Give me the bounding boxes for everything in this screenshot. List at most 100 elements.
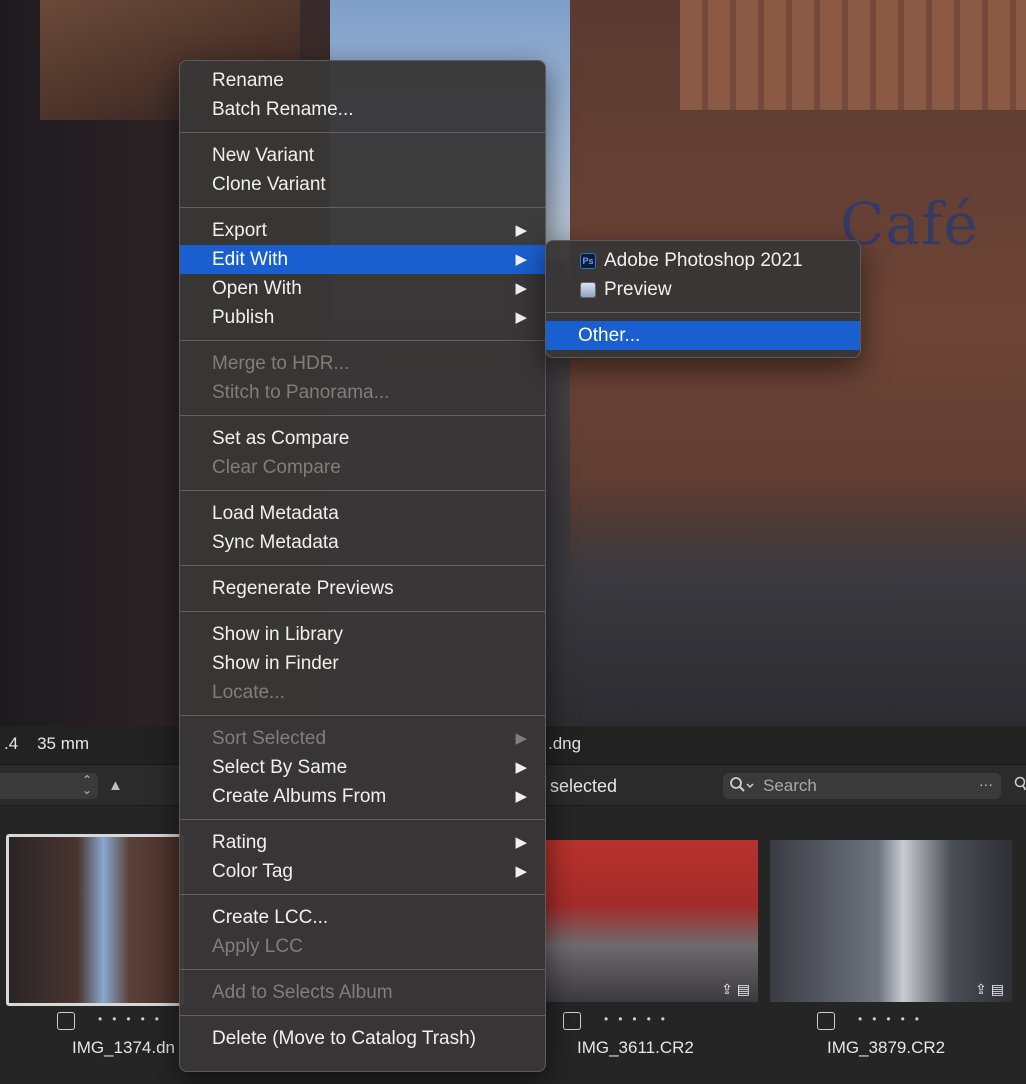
menu-item-label: Adobe Photoshop 2021 xyxy=(604,250,803,271)
menu-item-export[interactable]: Export ▶ xyxy=(180,216,545,245)
menu-item-label: Clear Compare xyxy=(212,457,341,478)
menu-separator xyxy=(180,894,545,895)
menu-item-stitch-to-panorama: Stitch to Panorama... xyxy=(180,378,545,407)
thumbnail-selected[interactable] xyxy=(6,834,184,1006)
menu-separator xyxy=(546,312,860,313)
menu-item-set-as-compare[interactable]: Set as Compare xyxy=(180,424,545,453)
menu-item-label: Rename xyxy=(212,70,284,91)
select-checkbox[interactable] xyxy=(57,1012,75,1030)
menu-item-label: Create Albums From xyxy=(212,786,387,807)
context-menu: Rename Batch Rename... New Variant Clone Va… xyxy=(179,60,546,1072)
menu-item-label: Stitch to Panorama... xyxy=(212,382,390,403)
menu-separator xyxy=(180,715,545,716)
menu-item-label: Apply LCC xyxy=(212,936,303,957)
menu-item-select-by-same[interactable]: Select By Same ▶ xyxy=(180,753,545,782)
submenu-arrow-icon: ▶ xyxy=(515,280,527,297)
submenu-arrow-icon: ▶ xyxy=(515,759,527,776)
menu-separator xyxy=(180,819,545,820)
edit-with-submenu: Ps Adobe Photoshop 2021 Preview Other... xyxy=(545,240,861,358)
menu-separator xyxy=(180,132,545,133)
menu-item-label: Export xyxy=(212,220,267,241)
upload-icon: ⇪ ▤ xyxy=(721,981,750,997)
menu-item-publish[interactable]: Publish ▶ xyxy=(180,303,545,332)
submenu-arrow-icon: ▶ xyxy=(515,222,527,239)
submenu-arrow-icon: ▶ xyxy=(515,730,527,747)
upload-icon: ⇪ ▤ xyxy=(975,981,1004,997)
submenu-arrow-icon: ▶ xyxy=(515,309,527,326)
menu-separator xyxy=(180,490,545,491)
sort-direction-button[interactable]: ▲ xyxy=(108,777,123,794)
menu-item-other[interactable]: Other... xyxy=(546,321,860,350)
photo-right-roof xyxy=(680,0,1026,110)
menu-item-label: Create LCC... xyxy=(212,907,329,928)
menu-item-rating[interactable]: Rating ▶ xyxy=(180,828,545,857)
menu-item-open-with[interactable]: Open With ▶ xyxy=(180,274,545,303)
menu-item-label: Regenerate Previews xyxy=(212,578,394,599)
menu-item-label: New Variant xyxy=(212,145,315,166)
menu-item-delete-move-to-catalog-trash[interactable]: Delete (Move to Catalog Trash) xyxy=(180,1024,545,1053)
rating-dots[interactable]: ••••• xyxy=(604,1012,675,1026)
menu-item-label: Clone Variant xyxy=(212,174,326,195)
menu-separator xyxy=(180,207,545,208)
search-icon[interactable] xyxy=(729,776,755,798)
menu-item-merge-to-hdr: Merge to HDR... xyxy=(180,349,545,378)
submenu-arrow-icon: ▶ xyxy=(515,834,527,851)
menu-item-edit-with[interactable]: Edit With ▶ xyxy=(180,245,545,274)
menu-item-label: Publish xyxy=(212,307,275,328)
menu-item-adobe-photoshop[interactable]: Ps Adobe Photoshop 2021 xyxy=(546,246,860,275)
menu-item-label: Set as Compare xyxy=(212,428,350,449)
submenu-arrow-icon: ▶ xyxy=(515,863,527,880)
menu-separator xyxy=(180,415,545,416)
menu-item-color-tag[interactable]: Color Tag ▶ xyxy=(180,857,545,886)
selection-count-label: selected xyxy=(550,776,618,796)
menu-item-label: Sync Metadata xyxy=(212,532,339,553)
menu-item-clone-variant[interactable]: Clone Variant xyxy=(180,170,545,199)
search-field[interactable]: ··· xyxy=(723,773,1001,799)
menu-item-new-variant[interactable]: New Variant xyxy=(180,141,545,170)
preview-icon xyxy=(580,282,596,298)
menu-separator xyxy=(180,611,545,612)
menu-item-locate: Locate... xyxy=(180,678,545,707)
menu-item-label: Sort Selected xyxy=(212,728,327,749)
submenu-arrow-icon: ▶ xyxy=(515,251,527,268)
more-options-icon[interactable]: ··· xyxy=(979,776,993,792)
thumbnail-filename: IMG_1374.dn xyxy=(72,1038,176,1057)
menu-separator xyxy=(180,1015,545,1016)
search-input[interactable] xyxy=(763,773,973,799)
menu-item-create-lcc[interactable]: Create LCC... xyxy=(180,903,545,932)
submenu-arrow-icon: ▶ xyxy=(515,788,527,805)
rating-dots[interactable]: ••••• xyxy=(858,1012,929,1026)
menu-item-label: Batch Rename... xyxy=(212,99,354,120)
menu-item-label: Show in Library xyxy=(212,624,343,645)
sort-select[interactable]: ⌃ ⌄ xyxy=(0,773,98,799)
menu-item-regenerate-previews[interactable]: Regenerate Previews xyxy=(180,574,545,603)
menu-item-rename[interactable]: Rename xyxy=(180,66,545,95)
thumbnail-filename: IMG_3611.CR2 xyxy=(577,1038,694,1057)
menu-item-add-to-selects-album: Add to Selects Album xyxy=(180,978,545,1007)
menu-item-apply-lcc: Apply LCC xyxy=(180,932,545,961)
menu-item-show-in-library[interactable]: Show in Library xyxy=(180,620,545,649)
menu-item-label: Delete (Move to Catalog Trash) xyxy=(212,1028,477,1049)
menu-item-show-in-finder[interactable]: Show in Finder xyxy=(180,649,545,678)
thumbnail[interactable]: ⇪ ▤ xyxy=(546,840,758,1002)
menu-item-label: Add to Selects Album xyxy=(212,982,393,1003)
rating-dots[interactable]: ••••• xyxy=(98,1012,169,1026)
select-checkbox[interactable] xyxy=(817,1012,835,1030)
menu-item-create-albums-from[interactable]: Create Albums From ▶ xyxy=(180,782,545,811)
menu-item-label: Other... xyxy=(578,325,641,346)
menu-item-label: Rating xyxy=(212,832,267,853)
chevron-updown-icon: ⌃ ⌄ xyxy=(81,773,92,797)
menu-separator xyxy=(180,969,545,970)
menu-item-load-metadata[interactable]: Load Metadata xyxy=(180,499,545,528)
menu-item-batch-rename[interactable]: Batch Rename... xyxy=(180,95,545,124)
menu-item-label: Color Tag xyxy=(212,861,293,882)
file-extension: .dng xyxy=(548,734,582,753)
menu-item-sync-metadata[interactable]: Sync Metadata xyxy=(180,528,545,557)
thumbnail[interactable]: ⇪ ▤ xyxy=(770,840,1012,1002)
menu-item-label: Show in Finder xyxy=(212,653,339,674)
exif-info: .4 35 mm xyxy=(4,734,90,753)
select-checkbox[interactable] xyxy=(563,1012,581,1030)
menu-item-label: Load Metadata xyxy=(212,503,339,524)
menu-item-preview[interactable]: Preview xyxy=(546,275,860,304)
search-icon[interactable] xyxy=(1014,776,1026,797)
